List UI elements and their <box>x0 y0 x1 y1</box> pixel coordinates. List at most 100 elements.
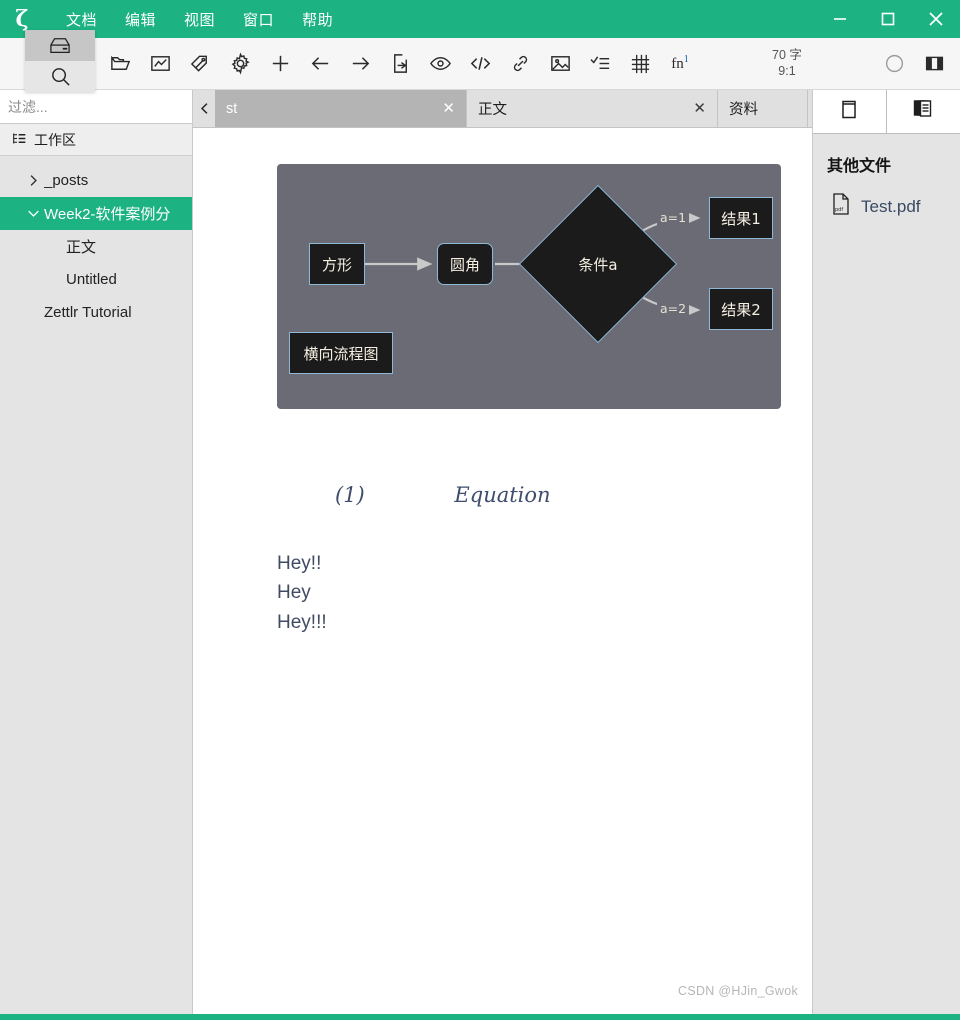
flow-node-label: 条件a <box>578 255 618 274</box>
sidebar-mode-popup <box>25 30 95 92</box>
minimize-icon[interactable] <box>816 0 864 38</box>
menu-help[interactable]: 帮助 <box>288 0 347 38</box>
search-icon[interactable] <box>25 61 95 92</box>
equation-block: Equation (1) <box>277 483 728 517</box>
flow-node-diamond-label-wrap: 条件a <box>542 208 654 320</box>
workspace-header-label: 工作区 <box>34 131 76 148</box>
close-icon[interactable]: ✕ <box>693 101 706 116</box>
tag-icon[interactable] <box>180 44 220 84</box>
flow-node-rounded: 圆角 <box>437 243 493 285</box>
tree-item-label: Zettlr Tutorial <box>44 304 132 321</box>
editor-tab-zhengwen[interactable]: 正文 ✕ <box>467 90 718 127</box>
arrow-right-icon[interactable] <box>340 44 380 84</box>
menubar: 文档 编辑 视图 窗口 帮助 <box>52 0 347 38</box>
toolbar: fn1 70 字 9:1 <box>0 38 960 90</box>
editor-content[interactable]: 方形 圆角 条件a 结果1 结果2 a=1 a=2 横向流程图 Equation… <box>193 128 812 1014</box>
editor-tab-ziliao[interactable]: 资料 <box>718 90 808 127</box>
panel-tab-related-files[interactable] <box>886 90 960 133</box>
menu-view[interactable]: 视图 <box>170 0 229 38</box>
footnote-label: fn <box>671 56 684 72</box>
file-tree: _posts Week2-软件案例分 正文 Untitled Zettlr Tu… <box>0 156 192 329</box>
image-icon[interactable] <box>540 44 580 84</box>
flow-node-label: 圆角 <box>449 255 480 274</box>
tree-item-posts[interactable]: _posts <box>0 164 192 197</box>
stats-chart-icon[interactable] <box>140 44 180 84</box>
right-sidebar: 其他文件 pdf Test.pdf <box>812 90 960 1014</box>
tab-title: st <box>226 100 238 117</box>
watermark: CSDN @HJin_Gwok <box>678 984 798 998</box>
paragraph-line: Hey <box>277 582 311 604</box>
right-panel-title: 其他文件 <box>827 158 892 175</box>
flowchart-container: 方形 圆角 条件a 结果1 结果2 a=1 a=2 横向流程图 <box>277 164 781 409</box>
word-count-words: 70 字 <box>772 47 802 62</box>
flow-node-label: 方形 <box>321 255 352 274</box>
gear-icon[interactable] <box>220 44 260 84</box>
footnote-superscript: 1 <box>683 54 689 65</box>
paragraph-line: Hey!! <box>277 553 322 574</box>
menu-window[interactable]: 窗口 <box>229 0 288 38</box>
chevron-right-icon[interactable] <box>22 174 44 187</box>
flow-node-result1: 结果1 <box>709 197 773 239</box>
menu-edit[interactable]: 编辑 <box>111 0 170 38</box>
flow-node-result2: 结果2 <box>709 288 773 330</box>
equation-text: Equation <box>454 483 551 507</box>
application-window: ζ 文档 编辑 视图 窗口 帮助 fn1 70 字 9:1 过滤... 工作区 … <box>0 0 960 1020</box>
attachment-list-item[interactable]: pdf Test.pdf <box>813 176 960 221</box>
footnote-icon[interactable]: fn1 <box>660 44 700 84</box>
word-count-display[interactable]: 70 字 9:1 <box>757 48 817 79</box>
attachment-document-icon <box>840 98 858 125</box>
tree-item-zhengwen[interactable]: 正文 <box>0 230 192 263</box>
tab-title: 资料 <box>729 102 758 118</box>
right-panel-tabs <box>813 90 960 134</box>
arrow-left-icon[interactable] <box>300 44 340 84</box>
pdf-file-icon: pdf <box>831 192 851 221</box>
chevron-left-icon[interactable] <box>193 90 215 127</box>
word-count-ratio: 9:1 <box>778 63 796 78</box>
close-icon[interactable]: ✕ <box>442 101 455 116</box>
tab-title: 正文 <box>478 102 507 118</box>
circle-icon[interactable] <box>874 44 914 84</box>
tree-item-zettlr-tutorial[interactable]: Zettlr Tutorial <box>0 296 192 329</box>
tree-view-icon <box>12 131 27 149</box>
main-body: 工作区 _posts Week2-软件案例分 正文 <box>0 90 960 1014</box>
paragraph-line: Hey!!! <box>277 611 327 633</box>
flow-node-label: 结果2 <box>721 300 761 319</box>
editor-tab-st[interactable]: st ✕ <box>215 90 467 127</box>
flow-edge-label-a1: a=1 <box>657 209 690 226</box>
editor-tabbar: st ✕ 正文 ✕ 资料 <box>193 90 830 128</box>
mermaid-flowchart: 方形 圆角 条件a 结果1 结果2 a=1 a=2 横向流程图 <box>277 164 781 409</box>
export-file-icon[interactable] <box>380 44 420 84</box>
file-manager-icon[interactable] <box>25 30 95 61</box>
flow-edge-label-a2: a=2 <box>657 300 690 317</box>
plus-icon[interactable] <box>260 44 300 84</box>
paragraph-block: Hey!! Hey Hey!!! <box>277 549 728 637</box>
open-folder-icon[interactable] <box>100 44 140 84</box>
maximize-icon[interactable] <box>864 0 912 38</box>
link-icon[interactable] <box>500 44 540 84</box>
editor-column: st ✕ 正文 ✕ 资料 方形 圆角 条件a 结果1 结果2 a=1 a=2 横… <box>193 90 830 1014</box>
filter-input[interactable] <box>8 98 184 115</box>
chevron-down-icon[interactable] <box>22 207 44 220</box>
flow-node-label: 横向流程图 <box>303 344 379 363</box>
tree-item-label: _posts <box>44 172 89 189</box>
document-body: 方形 圆角 条件a 结果1 结果2 a=1 a=2 横向流程图 Equation… <box>193 164 812 637</box>
task-list-icon[interactable] <box>580 44 620 84</box>
tree-item-label: Week2-软件案例分 <box>44 206 171 223</box>
eye-icon[interactable] <box>420 44 460 84</box>
equation-number: (1) <box>335 483 365 507</box>
tree-item-week2[interactable]: Week2-软件案例分 <box>0 197 192 230</box>
titlebar: ζ 文档 编辑 视图 窗口 帮助 <box>0 0 960 38</box>
flow-node-caption: 横向流程图 <box>289 332 393 374</box>
toolbar-right-group <box>874 44 960 84</box>
code-icon[interactable] <box>460 44 500 84</box>
panel-tab-attachments[interactable] <box>813 90 887 133</box>
split-panel-icon[interactable] <box>914 44 954 84</box>
workspace-header[interactable]: 工作区 <box>0 124 192 156</box>
svg-text:pdf: pdf <box>835 207 843 213</box>
filter-box <box>0 90 192 124</box>
tree-item-untitled[interactable]: Untitled <box>0 263 192 296</box>
status-bar <box>0 1014 960 1020</box>
close-icon[interactable] <box>912 0 960 38</box>
flow-node-rect: 方形 <box>309 243 365 285</box>
table-icon[interactable] <box>620 44 660 84</box>
